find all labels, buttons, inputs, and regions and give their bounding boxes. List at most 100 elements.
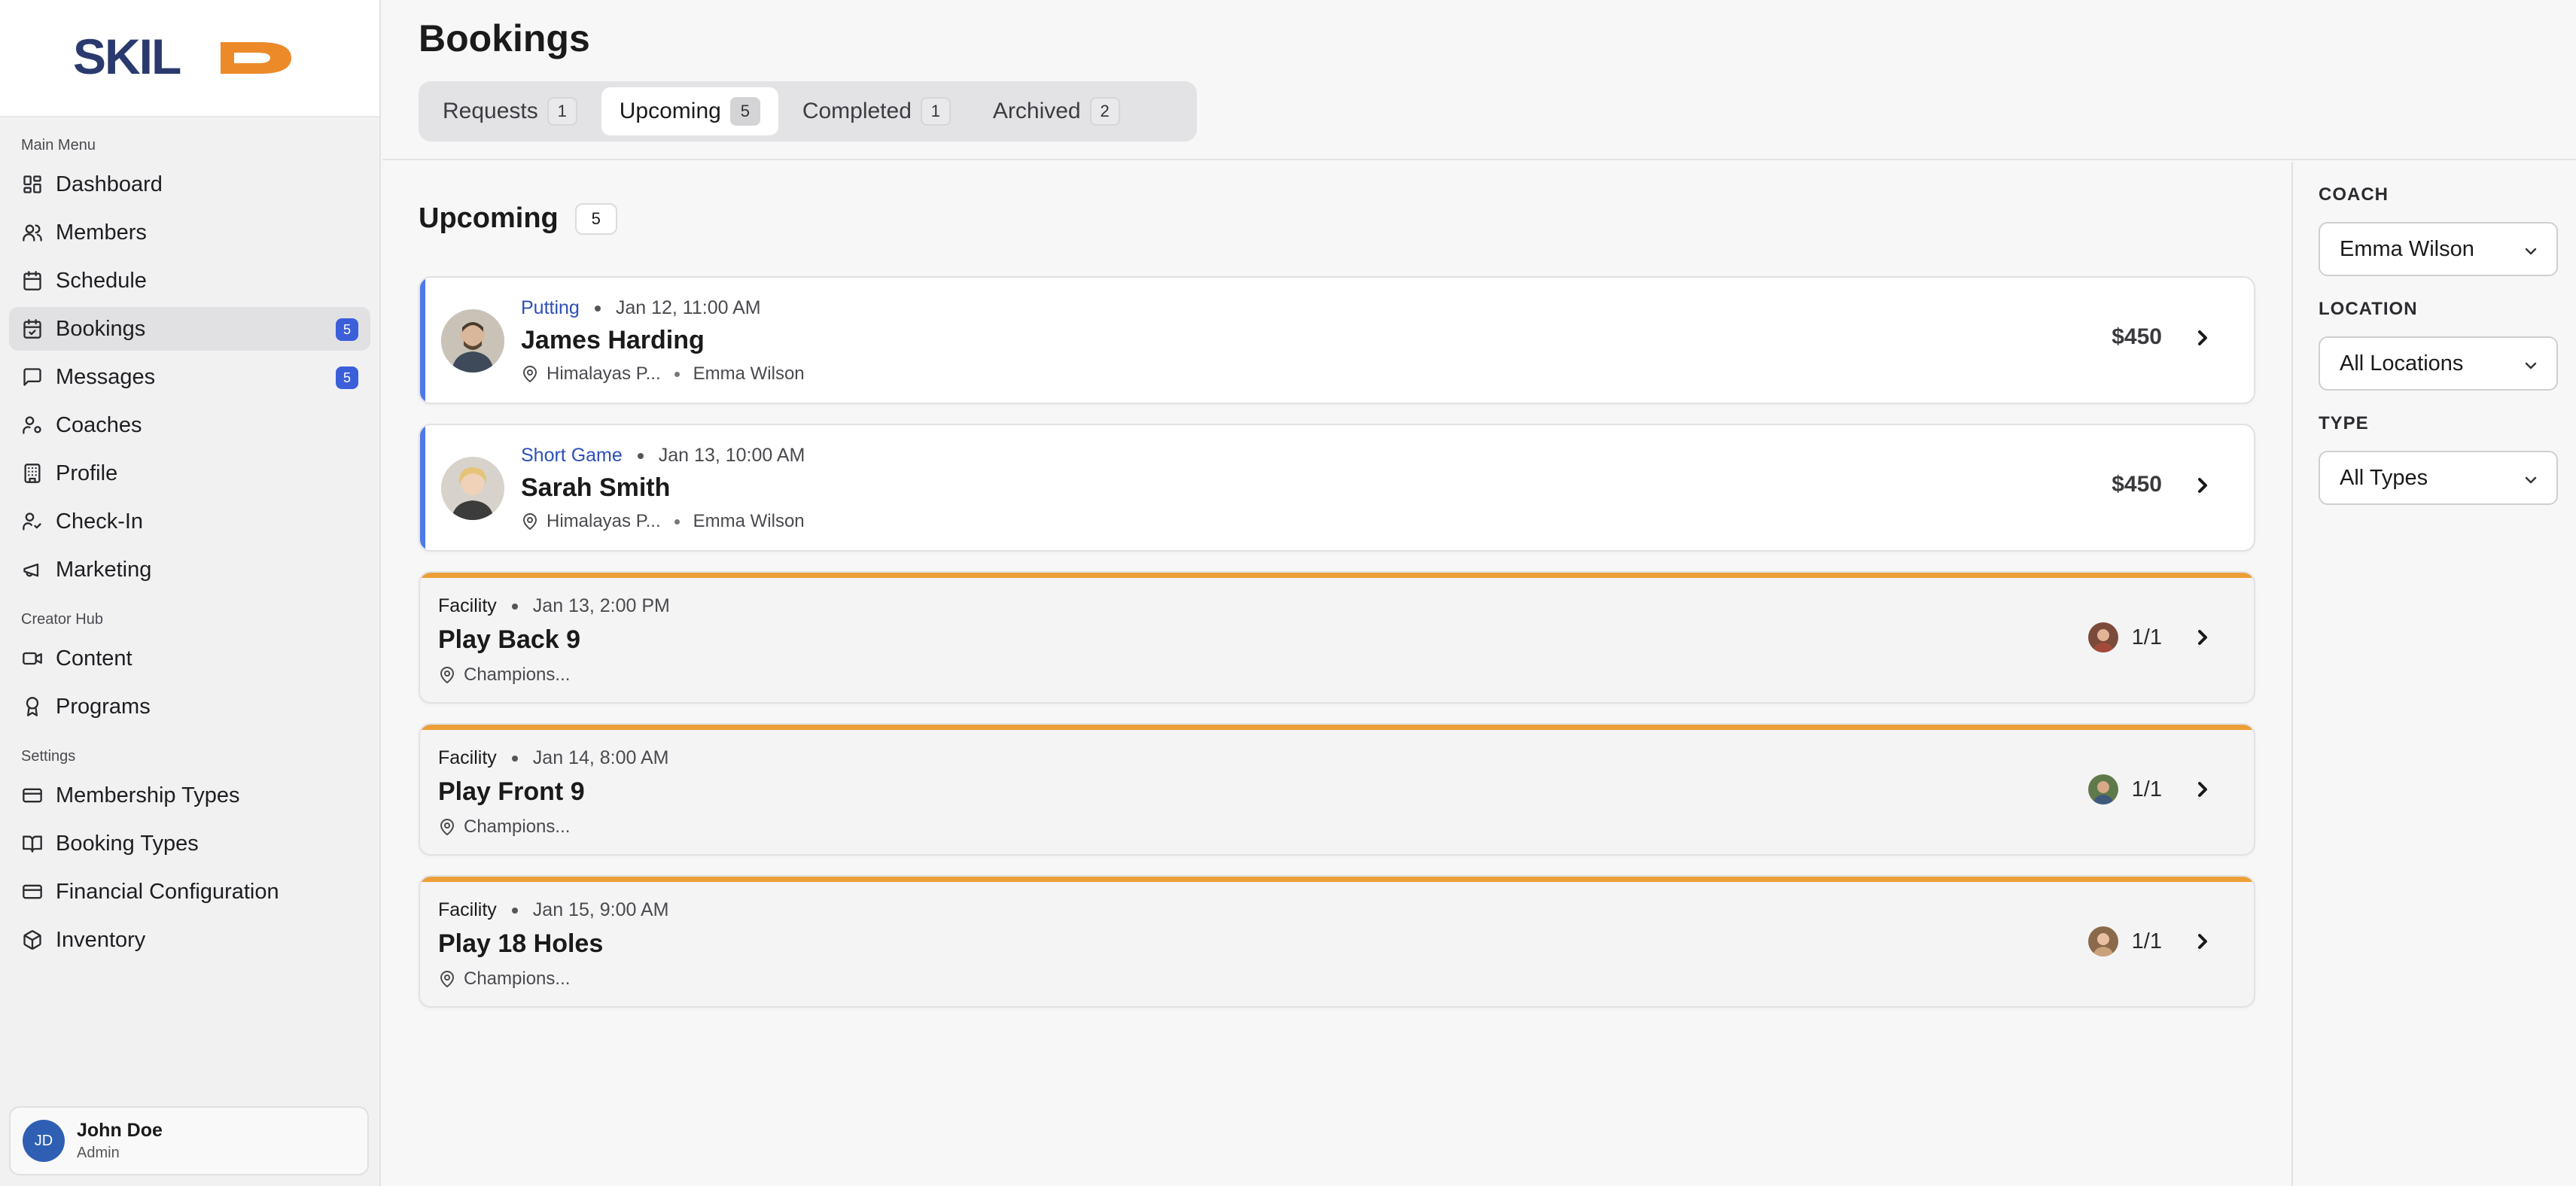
svg-text:SKIL: SKIL	[73, 35, 181, 81]
client-name: Sarah Smith	[521, 473, 671, 502]
tab-label: Requests	[443, 99, 538, 123]
logo[interactable]: SKIL	[0, 0, 379, 117]
tab-requests[interactable]: Requests 1	[425, 87, 595, 135]
booking-meta: Facility Jan 13, 2:00 PM	[438, 595, 670, 617]
sidebar-item-booking-types[interactable]: Booking Types	[9, 822, 370, 865]
chevron-right-icon[interactable]	[2191, 326, 2215, 350]
booking-card[interactable]: Putting Jan 12, 11:00 AM James Harding H…	[419, 276, 2255, 404]
messages-count-badge: 5	[336, 366, 358, 389]
client-name: James Harding	[521, 326, 705, 354]
booking-location-line: Champions...	[438, 969, 570, 990]
sidebar-item-members[interactable]: Members	[9, 211, 370, 254]
attendee-avatar	[2087, 774, 2118, 804]
type-select-value: All Types	[2340, 465, 2428, 490]
sidebar-item-label: Booking Types	[56, 831, 199, 856]
section-title-main-menu: Main Menu	[21, 137, 96, 154]
booking-location: Champions...	[464, 817, 571, 837]
location-select[interactable]: All Locations	[2319, 336, 2558, 391]
sidebar-item-membership-types[interactable]: Membership Types	[9, 774, 370, 817]
sidebar-item-financial-configuration[interactable]: Financial Configuration	[9, 870, 370, 914]
user-profile-card[interactable]: JD John Doe Admin	[9, 1106, 369, 1175]
tab-label: Archived	[992, 99, 1081, 123]
megaphone-icon	[21, 558, 44, 581]
booking-date: Jan 12, 11:00 AM	[615, 297, 761, 318]
booking-date: Jan 15, 9:00 AM	[532, 899, 669, 920]
section-title-settings: Settings	[21, 748, 76, 765]
sidebar-item-check-in[interactable]: Check-In	[9, 500, 370, 543]
booking-price: $450	[2112, 324, 2162, 349]
booking-date: Jan 13, 10:00 AM	[658, 445, 805, 466]
sidebar-item-label: Inventory	[56, 927, 146, 952]
sidebar-item-bookings[interactable]: Bookings 5	[9, 307, 370, 351]
tab-completed[interactable]: Completed 1	[784, 87, 969, 135]
attendance: 1/1	[2087, 774, 2162, 804]
booking-type: Putting	[521, 297, 580, 318]
coach-filter-label: COACH	[2319, 184, 2389, 205]
tab-count: 5	[729, 97, 760, 126]
sidebar-item-schedule[interactable]: Schedule	[9, 259, 370, 303]
booking-card[interactable]: Facility Jan 14, 8:00 AM Play Front 9 Ch…	[419, 723, 2255, 856]
booking-type: Facility	[438, 747, 497, 768]
booking-location: Himalayas P...	[547, 363, 661, 384]
sidebar-item-dashboard[interactable]: Dashboard	[9, 163, 370, 206]
tab-label: Completed	[802, 99, 912, 123]
separator-dot	[637, 452, 644, 459]
user-cog-icon	[21, 414, 44, 436]
sidebar: SKIL Main Menu Dashboard Members Schedul…	[0, 0, 381, 1186]
tab-count: 1	[920, 97, 951, 126]
sidebar-item-label: Messages	[56, 364, 156, 389]
credit-card-icon	[21, 880, 44, 903]
sidebar-item-profile[interactable]: Profile	[9, 452, 370, 495]
sidebar-item-messages[interactable]: Messages 5	[9, 355, 370, 399]
attendance-count: 1/1	[2131, 777, 2162, 801]
coach-select[interactable]: Emma Wilson	[2319, 222, 2558, 276]
tab-archived[interactable]: Archived 2	[975, 87, 1138, 135]
booking-status-tabs: Requests 1 Upcoming 5 Completed 1 Archiv…	[419, 81, 1197, 141]
booking-date: Jan 14, 8:00 AM	[532, 747, 669, 768]
facility-booking-name: Play Back 9	[438, 625, 581, 654]
chevron-right-icon[interactable]	[2191, 777, 2215, 801]
location-filter-label: LOCATION	[2319, 299, 2418, 319]
booking-meta: Facility Jan 15, 9:00 AM	[438, 899, 668, 921]
skild-logo-icon: SKIL	[73, 35, 291, 81]
message-icon	[21, 366, 44, 388]
booking-type: Facility	[438, 899, 497, 920]
booking-card[interactable]: Facility Jan 15, 9:00 AM Play 18 Holes C…	[419, 875, 2255, 1008]
tab-upcoming[interactable]: Upcoming 5	[601, 87, 778, 135]
sidebar-item-label: Coaches	[56, 412, 142, 437]
attendance-count: 1/1	[2131, 625, 2162, 649]
book-open-icon	[21, 832, 44, 855]
sidebar-item-coaches[interactable]: Coaches	[9, 403, 370, 447]
separator-dot	[674, 371, 680, 377]
booking-location-line: Champions...	[438, 817, 570, 838]
section-title-creator-hub: Creator Hub	[21, 611, 103, 628]
sidebar-item-label: Financial Configuration	[56, 879, 279, 904]
chevron-right-icon[interactable]	[2191, 473, 2215, 497]
sidebar-item-content[interactable]: Content	[9, 637, 370, 680]
booking-location-line: Himalayas P... Emma Wilson	[521, 511, 805, 532]
chevron-right-icon[interactable]	[2191, 625, 2215, 649]
tab-count: 1	[547, 97, 577, 126]
sidebar-item-label: Marketing	[56, 557, 152, 582]
separator-dot	[511, 755, 518, 762]
type-select[interactable]: All Types	[2319, 451, 2558, 505]
user-check-icon	[21, 510, 44, 533]
sidebar-item-label: Programs	[56, 694, 151, 719]
chevron-right-icon[interactable]	[2191, 929, 2215, 953]
sidebar-item-marketing[interactable]: Marketing	[9, 548, 370, 591]
sidebar-item-inventory[interactable]: Inventory	[9, 918, 370, 962]
calendar-check-icon	[21, 318, 44, 340]
booking-card[interactable]: Facility Jan 13, 2:00 PM Play Back 9 Cha…	[419, 571, 2255, 704]
section-title: Upcoming	[419, 202, 559, 234]
sidebar-item-label: Profile	[56, 461, 118, 485]
chevron-down-icon	[2522, 356, 2540, 374]
sidebar-item-programs[interactable]: Programs	[9, 685, 370, 728]
booking-list: Putting Jan 12, 11:00 AM James Harding H…	[419, 276, 2255, 1027]
attendance: 1/1	[2087, 622, 2162, 652]
type-filter-label: TYPE	[2319, 413, 2369, 433]
sidebar-item-label: Check-In	[56, 509, 144, 534]
facility-booking-name: Play 18 Holes	[438, 929, 604, 958]
booking-card[interactable]: Short Game Jan 13, 10:00 AM Sarah Smith …	[419, 424, 2255, 552]
award-icon	[21, 695, 44, 718]
user-name: John Doe	[77, 1120, 163, 1141]
